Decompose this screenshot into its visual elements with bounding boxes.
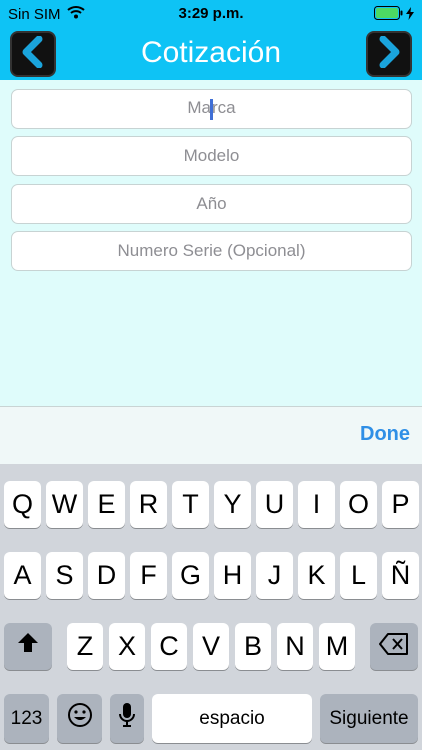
back-button[interactable]	[10, 31, 56, 77]
battery-group	[374, 6, 414, 24]
key-u[interactable]: U	[256, 481, 293, 528]
key-k[interactable]: K	[298, 552, 335, 599]
key-y[interactable]: Y	[214, 481, 251, 528]
model-field[interactable]: Modelo	[11, 136, 412, 176]
status-time: 3:29 p.m.	[178, 5, 244, 22]
key-e[interactable]: E	[88, 481, 125, 528]
key-s[interactable]: S	[46, 552, 83, 599]
shift-icon	[16, 631, 40, 662]
space-key[interactable]: espacio	[152, 694, 312, 743]
numbers-key[interactable]: 123	[4, 694, 49, 743]
year-field[interactable]: Año	[11, 184, 412, 224]
status-bar: Sin SIM 3:29 p.m.	[0, 0, 422, 28]
keyboard: QWERTYUIOP ASDFGHJKLÑ ZXCVBNM 123 espaci…	[0, 464, 422, 750]
key-g[interactable]: G	[172, 552, 209, 599]
key-m[interactable]: M	[319, 623, 355, 670]
next-button[interactable]	[366, 31, 412, 77]
key-o[interactable]: O	[340, 481, 377, 528]
shift-key[interactable]	[4, 623, 52, 670]
brand-placeholder: Marca	[187, 98, 236, 120]
year-placeholder: Año	[196, 194, 227, 213]
key-w[interactable]: W	[46, 481, 83, 528]
done-button[interactable]: Done	[360, 423, 410, 446]
backspace-icon	[379, 631, 409, 662]
key-c[interactable]: C	[151, 623, 187, 670]
key-v[interactable]: V	[193, 623, 229, 670]
key-j[interactable]: J	[256, 552, 293, 599]
key-i[interactable]: I	[298, 481, 335, 528]
key-t[interactable]: T	[172, 481, 209, 528]
key-h[interactable]: H	[214, 552, 251, 599]
delete-key[interactable]	[370, 623, 418, 670]
battery-icon	[374, 6, 404, 24]
key-p[interactable]: P	[382, 481, 419, 528]
chevron-left-icon	[19, 35, 47, 73]
key-x[interactable]: X	[109, 623, 145, 670]
chevron-right-icon	[375, 35, 403, 73]
key-d[interactable]: D	[88, 552, 125, 599]
microphone-key[interactable]	[110, 694, 144, 743]
key-q[interactable]: Q	[4, 481, 41, 528]
key-b[interactable]: B	[235, 623, 271, 670]
page-title: Cotización	[140, 36, 282, 69]
key-l[interactable]: L	[340, 552, 377, 599]
charging-icon	[406, 6, 414, 24]
keyboard-accessory-bar: Done	[0, 406, 422, 464]
emoji-icon	[67, 702, 93, 735]
key-n[interactable]: N	[277, 623, 313, 670]
key-a[interactable]: A	[4, 552, 41, 599]
key-r[interactable]: R	[130, 481, 167, 528]
microphone-icon	[119, 702, 135, 735]
brand-field[interactable]: Marca	[11, 89, 412, 129]
serial-number-placeholder: Numero Serie (Opcional)	[117, 241, 306, 260]
key-f[interactable]: F	[130, 552, 167, 599]
model-placeholder: Modelo	[183, 146, 240, 165]
next-key[interactable]: Siguiente	[320, 694, 418, 743]
serial-number-field[interactable]: Numero Serie (Opcional)	[11, 231, 412, 271]
key-z[interactable]: Z	[67, 623, 103, 670]
key-ñ[interactable]: Ñ	[382, 552, 419, 599]
navigation-bar: Cotización	[0, 28, 422, 80]
emoji-key[interactable]	[57, 694, 102, 743]
